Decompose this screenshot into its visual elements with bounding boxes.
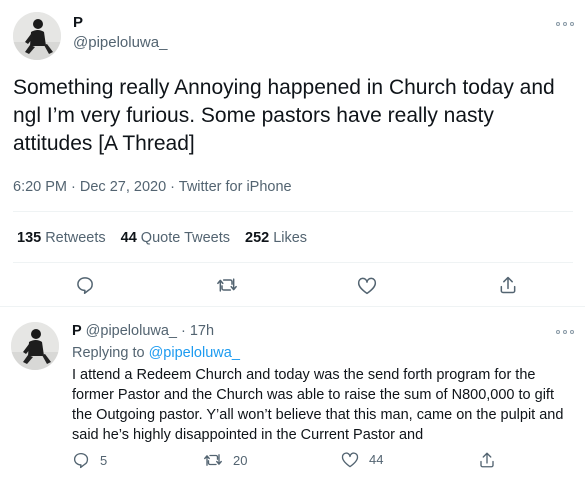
share-button[interactable] (478, 451, 506, 469)
reply-icon (77, 277, 93, 294)
share-icon (500, 276, 516, 294)
like-button[interactable] (357, 276, 377, 295)
retweet-icon (204, 454, 222, 466)
avatar[interactable] (11, 322, 59, 370)
retweets-count: 135 (17, 230, 42, 246)
reply-text: I attend a Redeem Church and today was t… (72, 367, 564, 443)
quotes-stat[interactable]: 44 Quote Tweets (121, 230, 230, 246)
like-count: 44 (369, 452, 384, 467)
replying-to: Replying to @pipeloluwa_ (72, 345, 240, 361)
retweets-label: Retweets (45, 230, 106, 246)
more-icon[interactable] (556, 21, 574, 27)
tweet-meta[interactable]: 6:20 PM · Dec 27, 2020 · Twitter for iPh… (13, 179, 292, 195)
likes-count: 252 (245, 230, 270, 246)
heart-icon (341, 452, 359, 468)
handle-timestamp[interactable]: @pipeloluwa_ · 17h (86, 323, 214, 339)
tweet-text: Something really Annoying happened in Ch… (13, 76, 555, 155)
share-icon (480, 452, 494, 468)
avatar[interactable] (13, 12, 61, 60)
more-icon[interactable] (556, 329, 574, 335)
reply-header: P @pipeloluwa_ · 17h (72, 323, 214, 339)
likes-label: Likes (273, 230, 308, 246)
main-tweet: P @pipeloluwa_ Something really Annoying… (0, 0, 585, 307)
retweet-button[interactable]: 20 (203, 451, 247, 469)
tweet-stats: 135 Retweets 44 Quote Tweets 252 Likes (17, 230, 322, 246)
reply-tweet[interactable]: P @pipeloluwa_ · 17h Replying to @pipelol… (0, 308, 585, 487)
quotes-count: 44 (120, 230, 137, 246)
replying-to-link[interactable]: @pipeloluwa_ (149, 345, 240, 361)
retweet-button[interactable] (216, 275, 238, 295)
heart-icon (357, 277, 377, 295)
handle[interactable]: @pipeloluwa_ (73, 34, 167, 51)
display-name[interactable]: P (73, 14, 83, 31)
quotes-label: Quote Tweets (140, 230, 230, 246)
reply-count: 5 (100, 452, 108, 468)
retweets-stat[interactable]: 135 Retweets (17, 230, 106, 246)
share-button[interactable] (498, 275, 518, 295)
retweet-icon (217, 278, 237, 292)
reply-button[interactable]: 5 (72, 451, 107, 469)
divider (13, 211, 573, 212)
divider (13, 262, 573, 263)
reply-icon (73, 452, 89, 469)
likes-stat[interactable]: 252 Likes (245, 230, 307, 246)
retweet-count: 20 (233, 452, 248, 468)
reply-button[interactable] (75, 275, 95, 295)
like-button[interactable]: 44 (341, 451, 383, 468)
replying-prefix: Replying to (72, 345, 145, 361)
display-name[interactable]: P (72, 323, 82, 339)
